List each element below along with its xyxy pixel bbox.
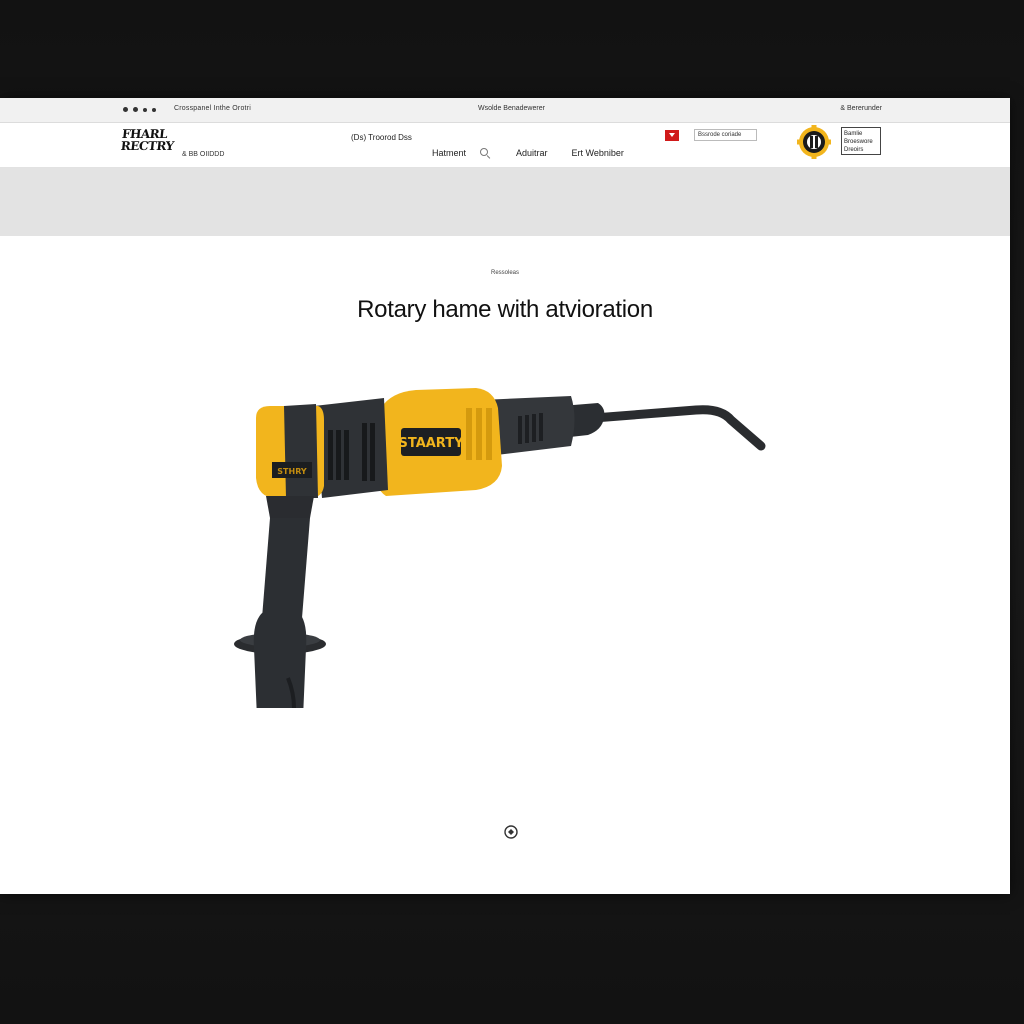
top-utility-bar: Crosspanel Inthe Orotri Wsolde Benadewer… bbox=[0, 98, 1010, 123]
gear-badge-icon[interactable] bbox=[797, 125, 831, 159]
logo-line: RECTRY bbox=[120, 139, 175, 153]
account-line: Bamlie bbox=[844, 131, 863, 137]
window-dot-icon[interactable] bbox=[133, 107, 138, 112]
nav-item-3[interactable]: Ert Webniber bbox=[572, 148, 624, 158]
account-box[interactable]: Bamlie Broeswore Dreoirs bbox=[841, 127, 881, 155]
account-line: Broeswore bbox=[844, 139, 873, 145]
rotary-hammer-image: STAARTY STHRY bbox=[234, 388, 766, 708]
nav-item-1[interactable]: Hatment bbox=[432, 148, 466, 158]
window-dot-icon[interactable] bbox=[123, 107, 128, 112]
front-label: STHRY bbox=[277, 467, 307, 476]
window-dot-icon[interactable] bbox=[152, 108, 156, 112]
search-icon[interactable] bbox=[480, 148, 491, 159]
flag-icon[interactable] bbox=[665, 130, 679, 141]
nav-item-2[interactable]: Aduitrar bbox=[516, 148, 548, 158]
topbar-right-link[interactable]: & Bererunder bbox=[840, 105, 882, 112]
window-controls[interactable] bbox=[123, 107, 156, 112]
main-nav: Hatment Aduitrar Ert Webniber bbox=[432, 148, 624, 159]
site-logo[interactable]: FHARL RECTRY bbox=[119, 127, 180, 160]
logo-tagline: & BB OIIDDD bbox=[182, 151, 225, 158]
brand-label: STAARTY bbox=[398, 436, 464, 451]
site-header: FHARL RECTRY & BB OIIDDD (Ds) Troorod Ds… bbox=[0, 123, 1010, 168]
breadcrumb[interactable]: Ressoleas bbox=[0, 270, 1010, 276]
page-title: Rotary hame with atvioration bbox=[357, 296, 653, 323]
account-line: Dreoirs bbox=[844, 147, 864, 153]
browser-window: Crosspanel Inthe Orotri Wsolde Benadewer… bbox=[0, 98, 1010, 894]
phone-number: (Ds) Troorod Dss bbox=[351, 133, 412, 142]
topbar-left-text: Crosspanel Inthe Orotri bbox=[174, 105, 251, 112]
support-icon[interactable] bbox=[503, 824, 519, 840]
topbar-center-text: Wsolde Benadewerer bbox=[478, 105, 545, 112]
hero-banner bbox=[0, 168, 1010, 236]
window-dot-icon[interactable] bbox=[143, 108, 147, 112]
language-select[interactable]: Bssrode coriade bbox=[694, 129, 757, 141]
